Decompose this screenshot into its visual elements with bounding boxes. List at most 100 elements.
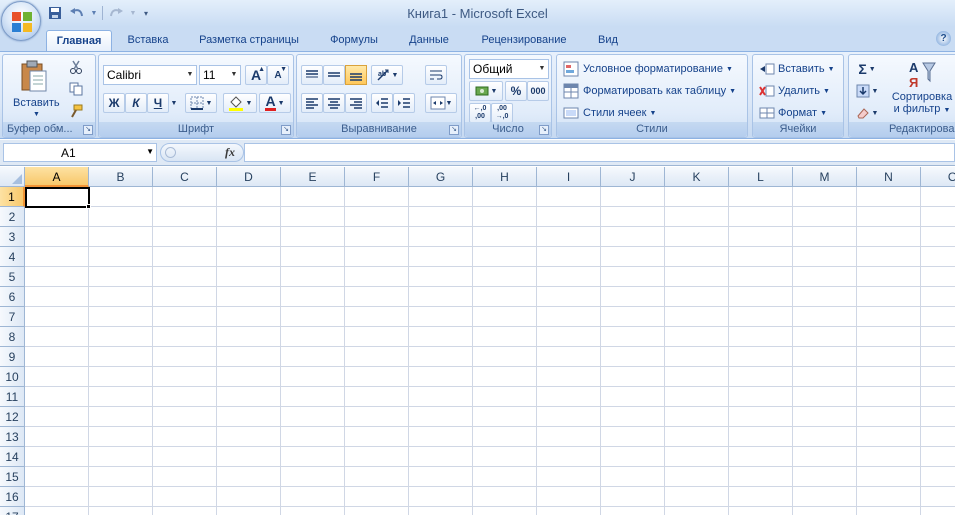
tab-view[interactable]: Вид [590,30,626,51]
tab-data[interactable]: Данные [400,30,458,51]
tab-review[interactable]: Рецензирование [470,30,578,51]
fill-handle[interactable] [86,204,91,209]
alignment-launcher-icon[interactable]: ↘ [449,125,459,135]
align-top-button[interactable] [301,65,323,85]
clipboard-launcher-icon[interactable]: ↘ [83,125,93,135]
insert-function-icon[interactable]: fx [225,145,235,160]
eraser-icon [856,108,869,119]
tab-page-layout[interactable]: Разметка страницы [190,30,308,51]
merge-center-button[interactable]: ▼ [425,93,457,113]
row-header-7[interactable]: 7 [0,307,25,327]
row-header-17[interactable]: 17 [0,507,25,515]
column-header-g[interactable]: G [409,167,473,187]
conditional-formatting-button[interactable]: Условное форматирование ▼ [563,59,733,79]
row-header-9[interactable]: 9 [0,347,25,367]
column-header-e[interactable]: E [281,167,345,187]
increase-indent-button[interactable] [393,93,415,113]
row-header-2[interactable]: 2 [0,207,25,227]
column-header-f[interactable]: F [345,167,409,187]
column-header-o[interactable]: O [921,167,955,187]
format-cells-button[interactable]: Формат ▼ [759,103,827,123]
format-painter-icon[interactable] [65,101,87,121]
sort-filter-button[interactable]: А Я Сортировка и фильтр ▼ [885,59,955,123]
row-header-11[interactable]: 11 [0,387,25,407]
format-as-table-button[interactable]: Форматировать как таблицу ▼ [563,81,736,101]
italic-button[interactable]: К [125,93,147,113]
align-middle-button[interactable] [323,65,345,85]
column-header-d[interactable]: D [217,167,281,187]
office-button[interactable] [1,1,41,41]
row-header-16[interactable]: 16 [0,487,25,507]
column-header-k[interactable]: K [665,167,729,187]
font-color-icon: A [265,93,276,111]
column-header-j[interactable]: J [601,167,665,187]
underline-button[interactable]: Ч [147,93,169,113]
thousands-separator-button[interactable]: 000 [527,81,549,101]
row-header-12[interactable]: 12 [0,407,25,427]
column-header-l[interactable]: L [729,167,793,187]
bold-button[interactable]: Ж [103,93,125,113]
tab-formulas[interactable]: Формулы [322,30,386,51]
percent-button[interactable]: % [505,81,527,101]
insert-cells-button[interactable]: Вставить ▼ [759,59,835,79]
delete-cells-button[interactable]: Удалить ▼ [759,81,830,101]
cut-icon[interactable] [65,57,87,77]
increase-decimal-button[interactable]: ←,0 ,00 [469,103,491,123]
font-color-button[interactable]: A ▼ [259,93,291,113]
column-header-c[interactable]: C [153,167,217,187]
row-header-5[interactable]: 5 [0,267,25,287]
decrease-indent-button[interactable] [371,93,393,113]
column-header-m[interactable]: M [793,167,857,187]
font-name-combo[interactable]: Calibri ▼ [103,65,197,85]
copy-icon[interactable] [65,79,87,99]
column-header-h[interactable]: H [473,167,537,187]
align-center-button[interactable] [323,93,345,113]
row-header-1[interactable]: 1 [0,187,25,207]
row-header-13[interactable]: 13 [0,427,25,447]
column-header-n[interactable]: N [857,167,921,187]
column-header-a[interactable]: A [25,167,89,187]
font-launcher-icon[interactable]: ↘ [281,125,291,135]
tab-insert[interactable]: Вставка [118,30,178,51]
row-header-14[interactable]: 14 [0,447,25,467]
fill-button[interactable]: ▼ [853,81,881,101]
row-header-3[interactable]: 3 [0,227,25,247]
row-header-10[interactable]: 10 [0,367,25,387]
paste-button[interactable]: Вставить ▼ [9,57,63,121]
wrap-text-button[interactable] [425,65,447,85]
row-header-6[interactable]: 6 [0,287,25,307]
number-launcher-icon[interactable]: ↘ [539,125,549,135]
editing-group-label: Редактирова [849,122,955,137]
select-all-button[interactable] [0,167,25,187]
underline-dropdown-icon[interactable]: ▼ [169,93,179,113]
column-header-i[interactable]: I [537,167,601,187]
autosum-button[interactable]: Σ ▼ [853,59,881,79]
row-header-15[interactable]: 15 [0,467,25,487]
decrease-decimal-button[interactable]: ,00 →,0 [491,103,513,123]
align-bottom-button[interactable] [345,65,367,85]
active-cell[interactable] [25,187,90,208]
help-icon[interactable]: ? [936,31,951,46]
font-group-label: Шрифт [99,122,293,137]
align-left-button[interactable] [301,93,323,113]
worksheet-grid[interactable]: ABCDEFGHIJKLMNO1234567891011121314151617 [0,167,955,515]
fill-color-button[interactable]: ▼ [223,93,257,113]
cell-styles-button[interactable]: Стили ячеек ▼ [563,103,656,123]
accounting-format-button[interactable]: ▼ [469,81,503,101]
font-size-combo[interactable]: 11 ▼ [199,65,241,85]
borders-button[interactable]: ▼ [185,93,217,113]
align-right-button[interactable] [345,93,367,113]
name-box[interactable]: A1 ▼ [3,143,157,162]
row-header-8[interactable]: 8 [0,327,25,347]
orientation-button[interactable]: ab ▼ [371,65,403,85]
tab-home[interactable]: Главная [46,30,112,51]
column-header-b[interactable]: B [89,167,153,187]
name-box-dropdown-icon[interactable]: ▼ [146,147,154,156]
grow-font-button[interactable]: A ▲ [245,65,267,85]
number-format-combo[interactable]: Общий ▼ [469,59,549,79]
clear-button[interactable]: ▼ [853,103,881,123]
row-header-4[interactable]: 4 [0,247,25,267]
align-right-icon [350,98,362,109]
formula-input[interactable] [244,143,955,162]
shrink-font-button[interactable]: A ▼ [267,65,289,85]
